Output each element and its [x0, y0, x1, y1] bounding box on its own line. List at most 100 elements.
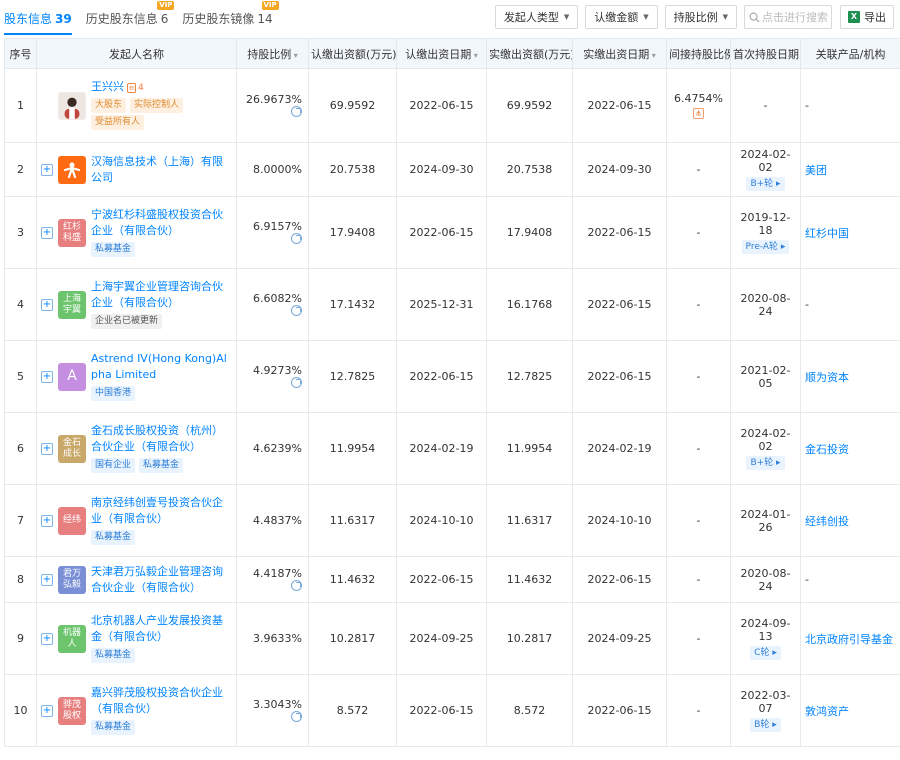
- related-cell: -: [800, 68, 900, 143]
- related-link[interactable]: 北京政府引导基金: [805, 633, 893, 646]
- expand-icon[interactable]: +: [41, 370, 53, 383]
- indirect-value: -: [696, 226, 701, 239]
- sub-date-cell: 2024-10-10: [396, 484, 487, 557]
- company-logo: 骅茂股权: [58, 696, 86, 725]
- shareholder-name-link[interactable]: Astrend IV(Hong Kong)Alpha Limited: [91, 351, 232, 383]
- related-companies-icon[interactable]: ≡: [127, 83, 136, 93]
- financing-round-badge[interactable]: B轮 ▸: [750, 718, 781, 732]
- shareholder-name-link[interactable]: 南京经纬创壹号投资合伙企业（有限合伙）: [91, 495, 232, 527]
- tab-shareholder-info[interactable]: 股东信息 39: [4, 10, 72, 35]
- header-first-date[interactable]: 首次持股日期: [730, 38, 801, 69]
- shareholder-cell: + 汉海信息技术（上海）有限公司: [36, 142, 237, 197]
- shareholder-name-block: +王兴兴≡4大股东实际控制人受益所有人: [41, 79, 232, 132]
- tag-list: 大股东 实际控制人 受益所有人: [91, 98, 232, 132]
- equity-chart-icon[interactable]: [291, 376, 302, 388]
- shareholder-name-link[interactable]: 王兴兴: [91, 80, 124, 93]
- ratio-dropdown[interactable]: 持股比例 ▼: [664, 5, 737, 29]
- related-cell: -: [800, 268, 900, 341]
- tag-list: 国有企业 私募基金: [91, 457, 232, 475]
- expand-icon[interactable]: +: [41, 442, 53, 455]
- chevron-down-icon: ▼: [643, 13, 649, 21]
- paid-date-cell: 2024-02-19: [572, 412, 667, 485]
- shareholder-name-link[interactable]: 天津君万弘毅企业管理咨询合伙企业（有限合伙）: [91, 564, 232, 596]
- financing-round-badge[interactable]: B+轮 ▸: [746, 456, 785, 470]
- ratio-cell: 4.4837%: [236, 484, 309, 557]
- expand-icon[interactable]: +: [41, 573, 53, 586]
- shareholder-tag: 私募基金: [91, 529, 136, 545]
- paid-date-cell: 2024-10-10: [572, 484, 667, 557]
- sub-date-cell: 2022-06-15: [396, 674, 487, 747]
- paid-date-cell: 2022-06-15: [572, 268, 667, 341]
- chevron-right-icon: ▸: [769, 720, 777, 730]
- shareholder-tag: 国有企业: [91, 457, 136, 473]
- company-logo: [58, 155, 86, 184]
- ratio-value: 4.6239%: [253, 442, 302, 455]
- export-button[interactable]: X 导出: [840, 5, 894, 29]
- financing-round-badge[interactable]: B+轮 ▸: [746, 177, 785, 191]
- financing-round-badge[interactable]: Pre-A轮 ▸: [741, 240, 790, 254]
- sub-amount-cell: 12.7825: [308, 340, 397, 413]
- equity-chart-icon[interactable]: [291, 579, 302, 591]
- expand-icon[interactable]: +: [41, 514, 53, 527]
- shareholder-tag: 私募基金: [139, 457, 184, 473]
- chevron-down-icon: ▼: [563, 13, 570, 21]
- company-logo: 君万弘毅: [58, 565, 86, 594]
- header-paid-amount[interactable]: 实缴出资额(万元): [486, 38, 573, 69]
- sub-amount-cell: 69.9592: [308, 68, 397, 143]
- ratio-value: 4.4187%: [253, 566, 302, 580]
- header-indirect-ratio[interactable]: 间接持股比例: [666, 38, 731, 69]
- header-ratio[interactable]: 持股比例: [236, 38, 309, 69]
- shareholder-name-link[interactable]: 汉海信息技术（上海）有限公司: [91, 154, 232, 186]
- shareholder-name-link[interactable]: 宁波红杉科盛股权投资合伙企业（有限合伙）: [91, 207, 232, 239]
- shareholder-table: 序号 发起人名称 持股比例 认缴出资额(万元) 认缴出资日期 实缴出资额(万元)…: [4, 38, 900, 747]
- shareholder-cell: + 红杉科盛 宁波红杉科盛股权投资合伙企业（有限合伙） 私募基金: [36, 196, 237, 269]
- related-link[interactable]: 红杉中国: [805, 227, 849, 240]
- shareholder-name-link[interactable]: 上海宇翼企业管理咨询合伙企业（有限合伙）: [91, 279, 232, 311]
- first-date-cell: 2020-08-24: [730, 268, 801, 341]
- related-link[interactable]: 敦鸿资产: [805, 705, 849, 718]
- type-dropdown[interactable]: 发起人类型 ▼: [494, 5, 579, 29]
- ratio-value: 3.9633%: [253, 632, 302, 645]
- shareholder-info: 上海宇翼企业管理咨询合伙企业（有限合伙） 企业名已被更新: [91, 279, 232, 331]
- chevron-right-icon: ▸: [769, 648, 777, 658]
- first-date-value: 2022-03-07: [740, 689, 791, 715]
- related-link[interactable]: 顺为资本: [805, 371, 849, 384]
- first-date-cell: 2024-02-02 B+轮 ▸: [730, 142, 801, 197]
- related-link[interactable]: 经纬创投: [805, 515, 849, 528]
- shareholder-name-block: + 金石成长 金石成长股权投资（杭州）合伙企业（有限合伙） 国有企业 私募基金: [41, 423, 232, 475]
- expand-icon[interactable]: +: [41, 704, 53, 717]
- expand-icon[interactable]: +: [41, 298, 53, 311]
- ratio-value: 8.0000%: [253, 163, 302, 176]
- ratio-cell: 8.0000%: [236, 142, 309, 197]
- header-related: 关联产品/机构: [800, 38, 900, 69]
- header-sub-date[interactable]: 认缴出资日期: [396, 38, 487, 69]
- amount-dropdown[interactable]: 认缴金额 ▼: [585, 5, 658, 29]
- shareholder-name-link[interactable]: 北京机器人产业发展投资基金（有限合伙）: [91, 613, 232, 645]
- search-input[interactable]: [762, 10, 828, 24]
- tab-history-shareholder[interactable]: 历史股东信息 6 VIP: [86, 1, 175, 30]
- related-link[interactable]: 美团: [805, 164, 827, 177]
- header-sub-amount[interactable]: 认缴出资额(万元): [308, 38, 397, 69]
- indirect-value: 6.4754%: [674, 92, 723, 105]
- tab-history-mirror[interactable]: 历史股东镜像 14 VIP: [182, 1, 279, 30]
- table-body: 1+王兴兴≡4大股东实际控制人受益所有人26.9673%69.95922022-…: [4, 68, 900, 747]
- related-link[interactable]: 金石投资: [805, 443, 849, 456]
- equity-chart-icon[interactable]: [291, 304, 302, 316]
- header-paid-date[interactable]: 实缴出资日期: [572, 38, 667, 69]
- equity-chart-icon[interactable]: [291, 105, 302, 117]
- penetration-icon[interactable]: ⋔: [693, 108, 704, 119]
- shareholder-name-link[interactable]: 嘉兴骅茂股权投资合伙企业（有限合伙）: [91, 685, 232, 717]
- indirect-cell: -: [666, 412, 731, 485]
- expand-icon[interactable]: +: [41, 163, 53, 176]
- expand-icon[interactable]: +: [41, 226, 53, 239]
- shareholder-name-block: + 汉海信息技术（上海）有限公司: [41, 154, 232, 186]
- equity-chart-icon[interactable]: [291, 232, 302, 244]
- sub-amount-cell: 20.7538: [308, 142, 397, 197]
- expand-icon[interactable]: +: [41, 632, 53, 645]
- equity-chart-icon[interactable]: [291, 710, 302, 722]
- company-logo: A: [58, 362, 86, 391]
- shareholder-tag: 企业名已被更新: [91, 313, 163, 329]
- shareholder-name-link[interactable]: 金石成长股权投资（杭州）合伙企业（有限合伙）: [91, 423, 232, 455]
- financing-round-badge[interactable]: C轮 ▸: [750, 646, 781, 660]
- first-date-value: 2024-09-13: [740, 617, 791, 643]
